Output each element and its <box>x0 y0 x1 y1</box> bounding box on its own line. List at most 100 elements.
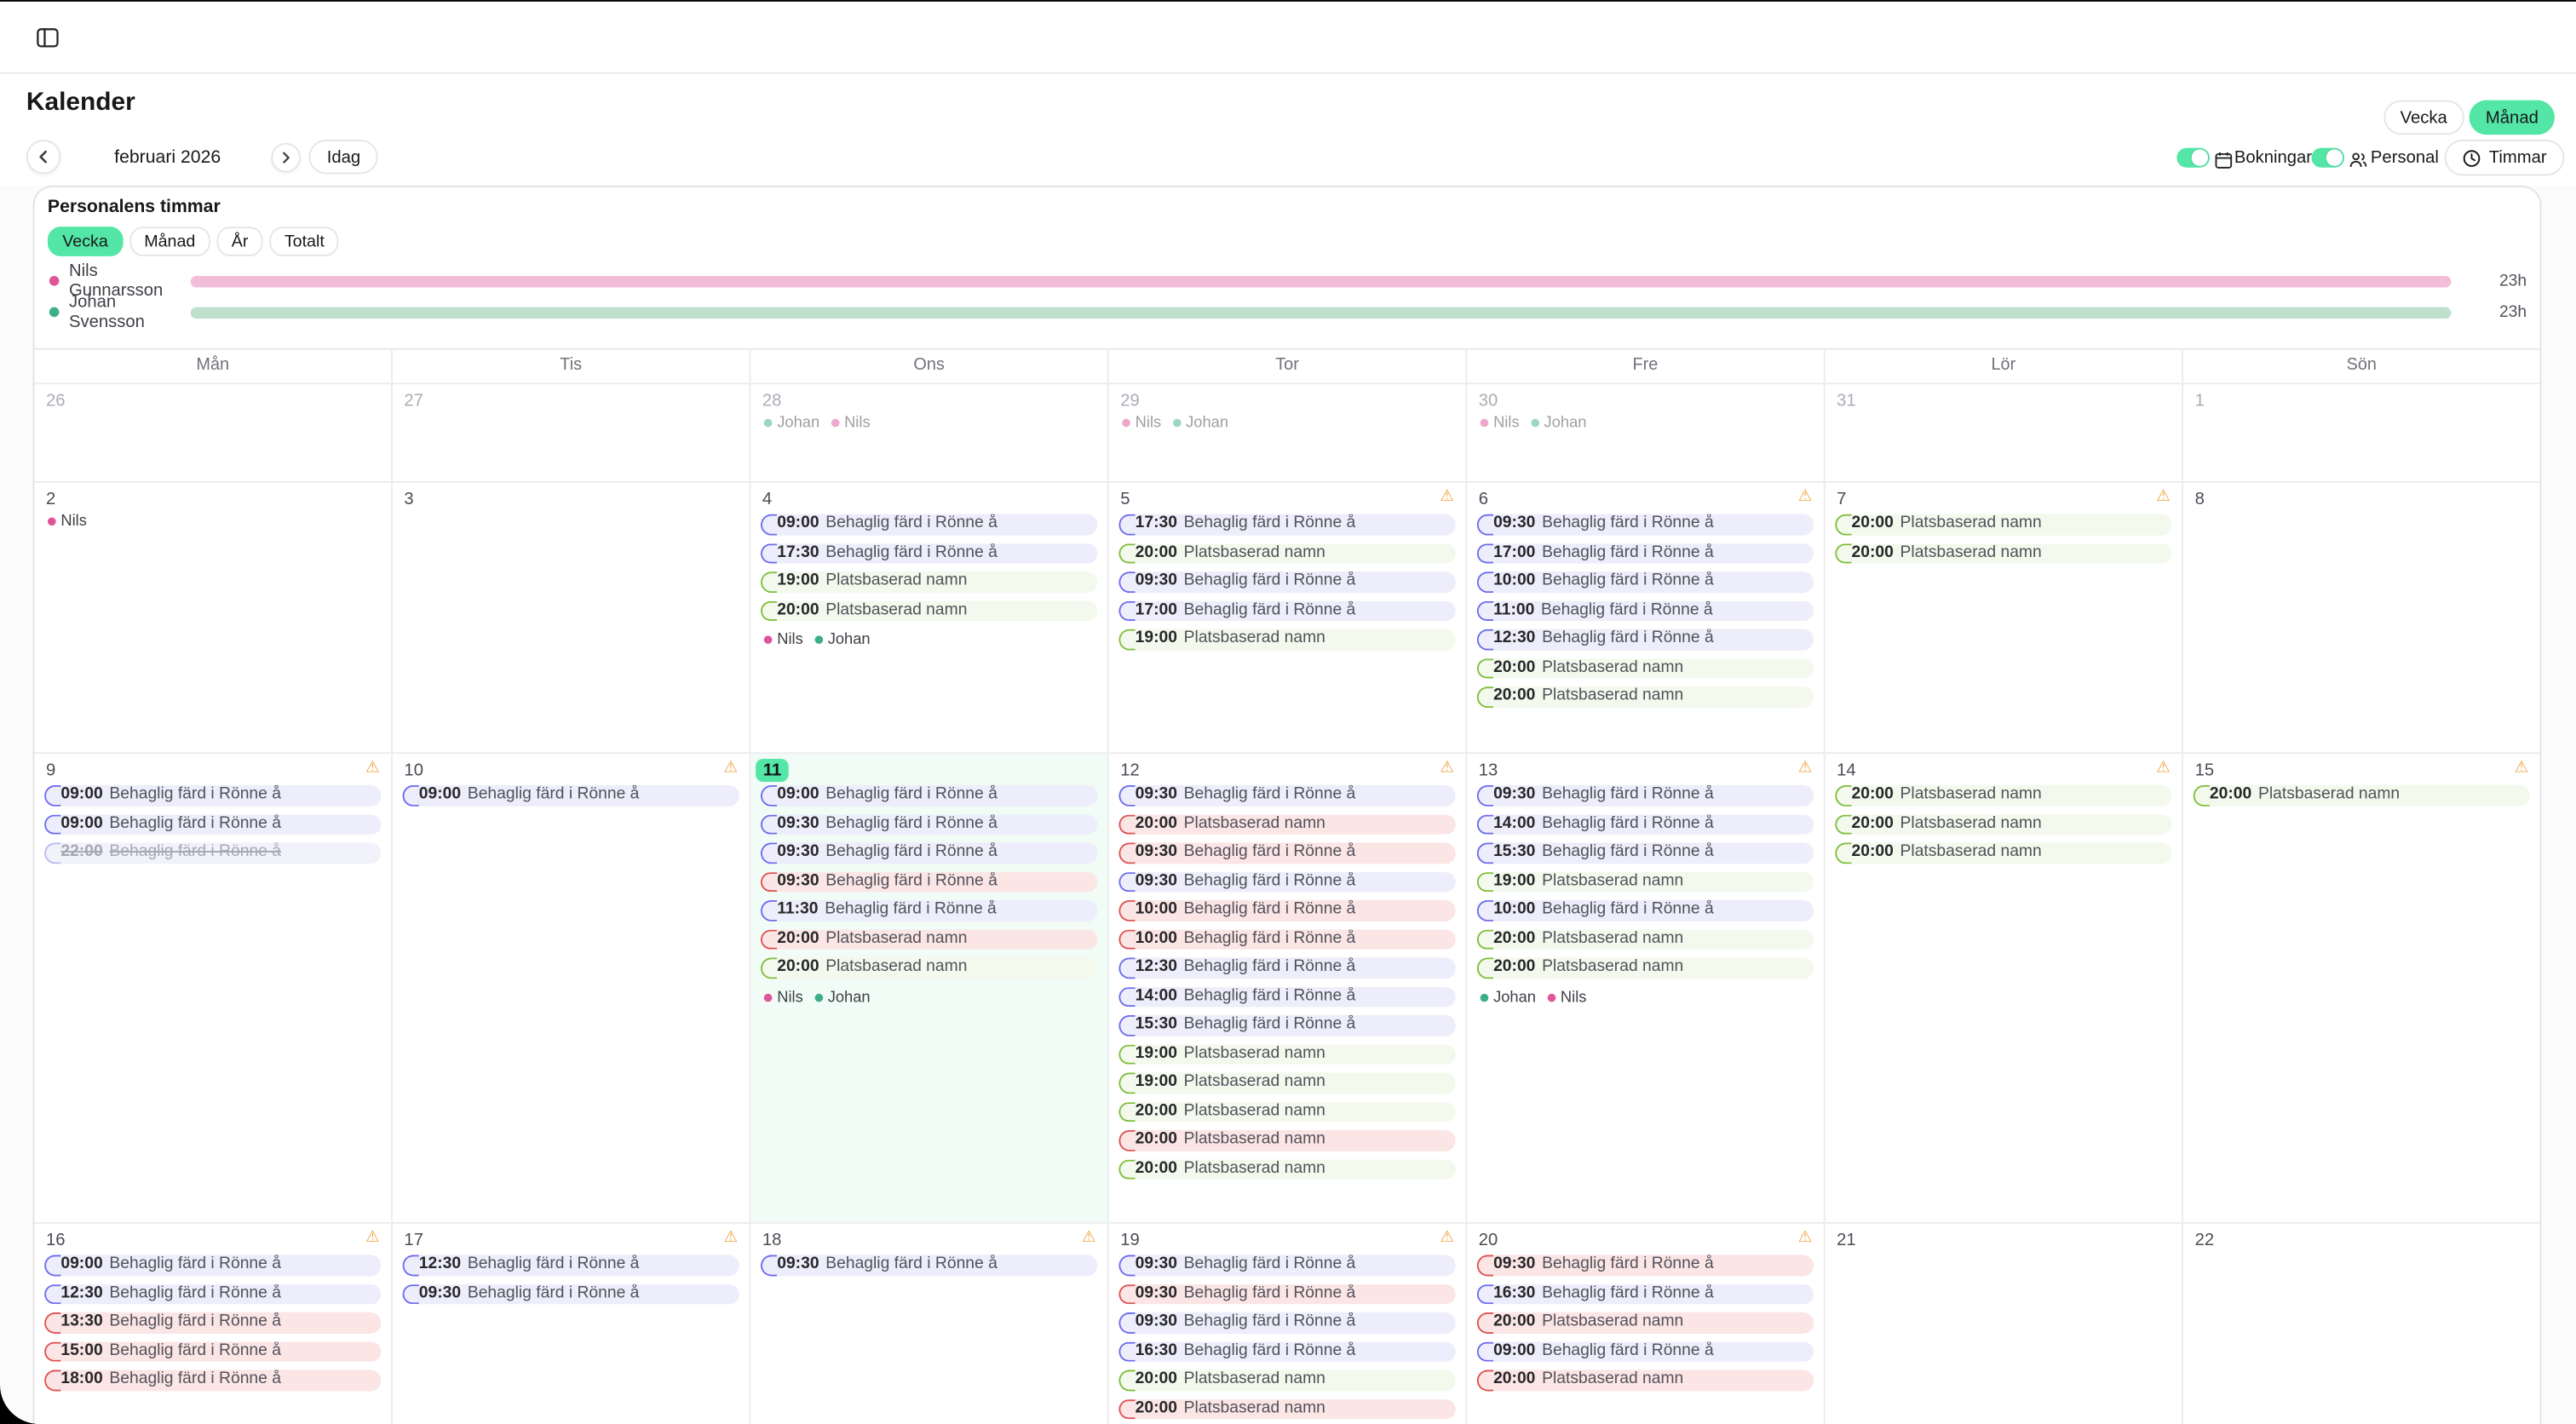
day-cell[interactable]: 1 <box>2183 384 2539 481</box>
staff-toggle[interactable] <box>2311 148 2344 168</box>
day-cell[interactable]: 9⚠09:00Behaglig färd i Rönne å09:00Behag… <box>34 754 392 1222</box>
event-pill[interactable]: 20:00Platsbaserad namn <box>761 929 1097 950</box>
event-pill[interactable]: 20:00Platsbaserad namn <box>1835 785 2171 806</box>
day-cell[interactable]: 18⚠09:30Behaglig färd i Rönne å <box>750 1224 1108 1424</box>
day-cell[interactable]: 29NilsJohan <box>1109 384 1467 481</box>
sidebar-toggle-button[interactable] <box>33 23 63 53</box>
event-pill[interactable]: 14:00Behaglig färd i Rönne å <box>1477 814 1814 835</box>
previous-month-button[interactable] <box>26 140 60 174</box>
event-pill[interactable]: 19:00Platsbaserad namn <box>1118 629 1455 650</box>
event-pill[interactable]: 20:00Platsbaserad namn <box>1118 1369 1455 1390</box>
event-pill[interactable]: 09:30Behaglig färd i Rönne å <box>761 871 1097 892</box>
event-pill[interactable]: 12:30Behaglig färd i Rönne å <box>44 1283 381 1304</box>
event-pill[interactable]: 14:00Behaglig färd i Rönne å <box>1118 986 1455 1007</box>
day-cell[interactable]: 8 <box>2183 483 2539 752</box>
day-cell[interactable]: 12⚠09:30Behaglig färd i Rönne å20:00Plat… <box>1109 754 1467 1222</box>
event-pill[interactable]: 09:30Behaglig färd i Rönne å <box>761 1255 1097 1275</box>
hours-tab-vecka[interactable]: Vecka <box>48 227 123 256</box>
event-pill[interactable]: 20:00Platsbaserad namn <box>1118 1398 1455 1419</box>
hours-tab-månad[interactable]: Månad <box>129 227 210 256</box>
day-cell[interactable]: 26 <box>34 384 392 481</box>
day-cell[interactable]: 15⚠20:00Platsbaserad namn <box>2183 754 2539 1222</box>
event-pill[interactable]: 11:00Behaglig färd i Rönne å <box>1477 600 1814 621</box>
day-cell[interactable]: 27 <box>393 384 750 481</box>
event-pill[interactable]: 09:00Behaglig färd i Rönne å <box>761 785 1097 806</box>
event-pill[interactable]: 22:00Behaglig färd i Rönne å <box>44 842 381 863</box>
event-pill[interactable]: 10:00Behaglig färd i Rönne å <box>1118 900 1455 921</box>
event-pill[interactable]: 09:30Behaglig färd i Rönne å <box>1477 514 1814 535</box>
event-pill[interactable]: 12:30Behaglig färd i Rönne å <box>1118 957 1455 978</box>
event-pill[interactable]: 09:30Behaglig färd i Rönne å <box>1477 785 1814 806</box>
event-pill[interactable]: 17:30Behaglig färd i Rönne å <box>1118 514 1455 535</box>
event-pill[interactable]: 12:30Behaglig färd i Rönne å <box>1477 629 1814 650</box>
event-pill[interactable]: 19:00Platsbaserad namn <box>1477 871 1814 892</box>
day-cell[interactable]: 20⚠09:30Behaglig färd i Rönne å16:30Beha… <box>1467 1224 1825 1424</box>
event-pill[interactable]: 09:00Behaglig färd i Rönne å <box>1477 1341 1814 1362</box>
event-pill[interactable]: 17:30Behaglig färd i Rönne å <box>761 543 1097 563</box>
event-pill[interactable]: 10:00Behaglig färd i Rönne å <box>1118 929 1455 950</box>
day-cell[interactable]: 409:00Behaglig färd i Rönne å17:30Behagl… <box>750 483 1108 752</box>
day-cell[interactable]: 7⚠20:00Platsbaserad namn20:00Platsbasera… <box>1826 483 2183 752</box>
event-pill[interactable]: 09:30Behaglig färd i Rönne å <box>761 842 1097 863</box>
event-pill[interactable]: 09:00Behaglig färd i Rönne å <box>44 814 381 835</box>
event-pill[interactable]: 19:00Platsbaserad namn <box>761 571 1097 592</box>
day-cell[interactable]: 3 <box>393 483 750 752</box>
event-pill[interactable]: 20:00Platsbaserad namn <box>1118 543 1455 563</box>
event-pill[interactable]: 20:00Platsbaserad namn <box>761 600 1097 621</box>
event-pill[interactable]: 20:00Platsbaserad namn <box>1835 842 2171 863</box>
event-pill[interactable]: 17:00Behaglig färd i Rönne å <box>1118 600 1455 621</box>
event-pill[interactable]: 20:00Platsbaserad namn <box>1835 543 2171 563</box>
hours-button[interactable]: Timmar <box>2445 140 2565 175</box>
event-pill[interactable]: 09:00Behaglig färd i Rönne å <box>44 1255 381 1275</box>
event-pill[interactable]: 09:00Behaglig färd i Rönne å <box>402 785 739 806</box>
event-pill[interactable]: 20:00Platsbaserad namn <box>761 957 1097 978</box>
event-pill[interactable]: 20:00Platsbaserad namn <box>1118 1159 1455 1180</box>
event-pill[interactable]: 20:00Platsbaserad namn <box>1835 514 2171 535</box>
event-pill[interactable]: 16:30Behaglig färd i Rönne å <box>1118 1341 1455 1362</box>
event-pill[interactable]: 15:30Behaglig färd i Rönne å <box>1118 1015 1455 1036</box>
event-pill[interactable]: 20:00Platsbaserad namn <box>1835 814 2171 835</box>
day-cell[interactable]: 31 <box>1826 384 2183 481</box>
event-pill[interactable]: 09:00Behaglig färd i Rönne å <box>44 785 381 806</box>
event-pill[interactable]: 20:00Platsbaserad namn <box>1118 1130 1455 1151</box>
event-pill[interactable]: 09:30Behaglig färd i Rönne å <box>1118 871 1455 892</box>
event-pill[interactable]: 20:00Platsbaserad namn <box>1477 957 1814 978</box>
view-month-button[interactable]: Månad <box>2470 100 2555 135</box>
day-cell[interactable]: 21 <box>1826 1224 2183 1424</box>
day-cell[interactable]: 13⚠09:30Behaglig färd i Rönne å14:00Beha… <box>1467 754 1825 1222</box>
event-pill[interactable]: 09:30Behaglig färd i Rönne å <box>1118 1312 1455 1333</box>
day-cell[interactable]: 6⚠09:30Behaglig färd i Rönne å17:00Behag… <box>1467 483 1825 752</box>
event-pill[interactable]: 09:30Behaglig färd i Rönne å <box>402 1283 739 1304</box>
event-pill[interactable]: 09:30Behaglig färd i Rönne å <box>1118 842 1455 863</box>
event-pill[interactable]: 19:00Platsbaserad namn <box>1118 1072 1455 1093</box>
event-pill[interactable]: 20:00Platsbaserad namn <box>1477 657 1814 678</box>
event-pill[interactable]: 12:30Behaglig färd i Rönne å <box>402 1255 739 1275</box>
day-cell[interactable]: 16⚠09:00Behaglig färd i Rönne å12:30Beha… <box>34 1224 392 1424</box>
event-pill[interactable]: 20:00Platsbaserad namn <box>2194 785 2530 806</box>
event-pill[interactable]: 10:00Behaglig färd i Rönne å <box>1477 571 1814 592</box>
event-pill[interactable]: 15:30Behaglig färd i Rönne å <box>1477 842 1814 863</box>
today-button[interactable]: Idag <box>309 140 379 174</box>
event-pill[interactable]: 20:00Platsbaserad namn <box>1477 1369 1814 1390</box>
event-pill[interactable]: 09:30Behaglig färd i Rönne å <box>1118 1283 1455 1304</box>
event-pill[interactable]: 19:00Platsbaserad namn <box>1118 1044 1455 1065</box>
event-pill[interactable]: 20:00Platsbaserad namn <box>1477 1312 1814 1333</box>
event-pill[interactable]: 09:30Behaglig färd i Rönne å <box>761 814 1097 835</box>
day-cell[interactable]: 14⚠20:00Platsbaserad namn20:00Platsbaser… <box>1826 754 2183 1222</box>
event-pill[interactable]: 09:00Behaglig färd i Rönne å <box>761 514 1097 535</box>
event-pill[interactable]: 10:00Behaglig färd i Rönne å <box>1477 900 1814 921</box>
day-cell[interactable]: 30NilsJohan <box>1467 384 1825 481</box>
event-pill[interactable]: 09:30Behaglig färd i Rönne å <box>1118 1255 1455 1275</box>
day-cell[interactable]: 1109:00Behaglig färd i Rönne å09:30Behag… <box>750 754 1108 1222</box>
event-pill[interactable]: 18:00Behaglig färd i Rönne å <box>44 1369 381 1390</box>
day-cell[interactable]: 2Nils <box>34 483 392 752</box>
event-pill[interactable]: 20:00Platsbaserad namn <box>1118 814 1455 835</box>
view-week-button[interactable]: Vecka <box>2383 100 2464 135</box>
event-pill[interactable]: 15:00Behaglig färd i Rönne å <box>44 1341 381 1362</box>
next-month-button[interactable] <box>271 143 301 173</box>
event-pill[interactable]: 17:00Behaglig färd i Rönne å <box>1477 543 1814 563</box>
day-cell[interactable]: 28JohanNils <box>750 384 1108 481</box>
event-pill[interactable]: 20:00Platsbaserad namn <box>1477 929 1814 950</box>
day-cell[interactable]: 22 <box>2183 1224 2539 1424</box>
hours-tab-totalt[interactable]: Totalt <box>269 227 339 256</box>
